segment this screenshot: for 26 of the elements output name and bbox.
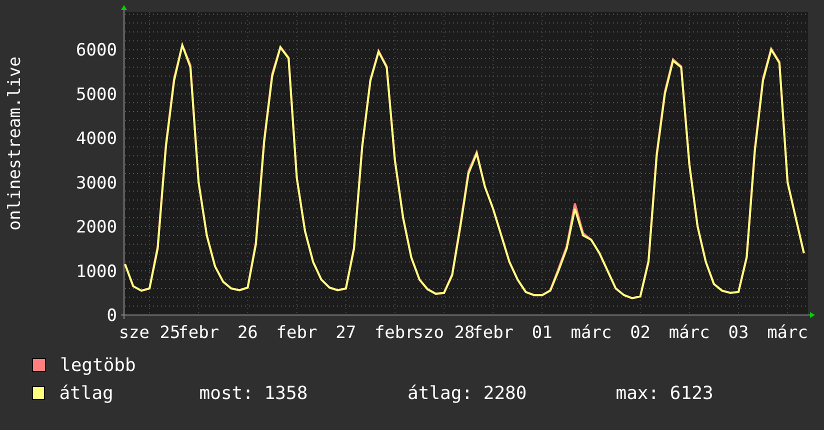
x-tick-label: 27	[336, 323, 356, 343]
x-tick-label: febr	[374, 323, 416, 343]
legend-stat: max: 6123	[616, 382, 714, 404]
legend-stat: most: 1358	[199, 382, 309, 404]
x-tick-label: 03	[728, 323, 749, 343]
y-tick-label: 1000	[76, 262, 117, 282]
legend-label: legtöbb	[60, 354, 137, 376]
y-tick-label: 3000	[76, 173, 117, 194]
x-tick-label: 02	[630, 323, 651, 343]
y-tick-label: 6000	[76, 40, 117, 61]
y-tick-label: 2000	[76, 218, 117, 238]
x-tick-label: márc	[767, 323, 808, 343]
x-tick-label: 26	[237, 323, 258, 343]
x-tick-label: febr	[472, 323, 514, 343]
y-tick-label: 0	[106, 306, 117, 326]
x-tick-label: márc	[668, 323, 710, 343]
x-tick-label: febr	[276, 323, 318, 343]
y-tick-label: 4000	[76, 129, 117, 150]
x-tick-label: sze 25	[118, 323, 180, 343]
legend-stat: átlag: 2280	[408, 382, 528, 404]
y-axis-title: onlinestream.live	[5, 56, 25, 230]
y-tick-label: 5000	[76, 84, 117, 105]
legend-label: átlag	[59, 382, 114, 404]
x-tick-label: márc	[570, 323, 612, 343]
x-tick-label: 01	[532, 323, 552, 343]
x-tick-label: febr	[178, 323, 220, 343]
